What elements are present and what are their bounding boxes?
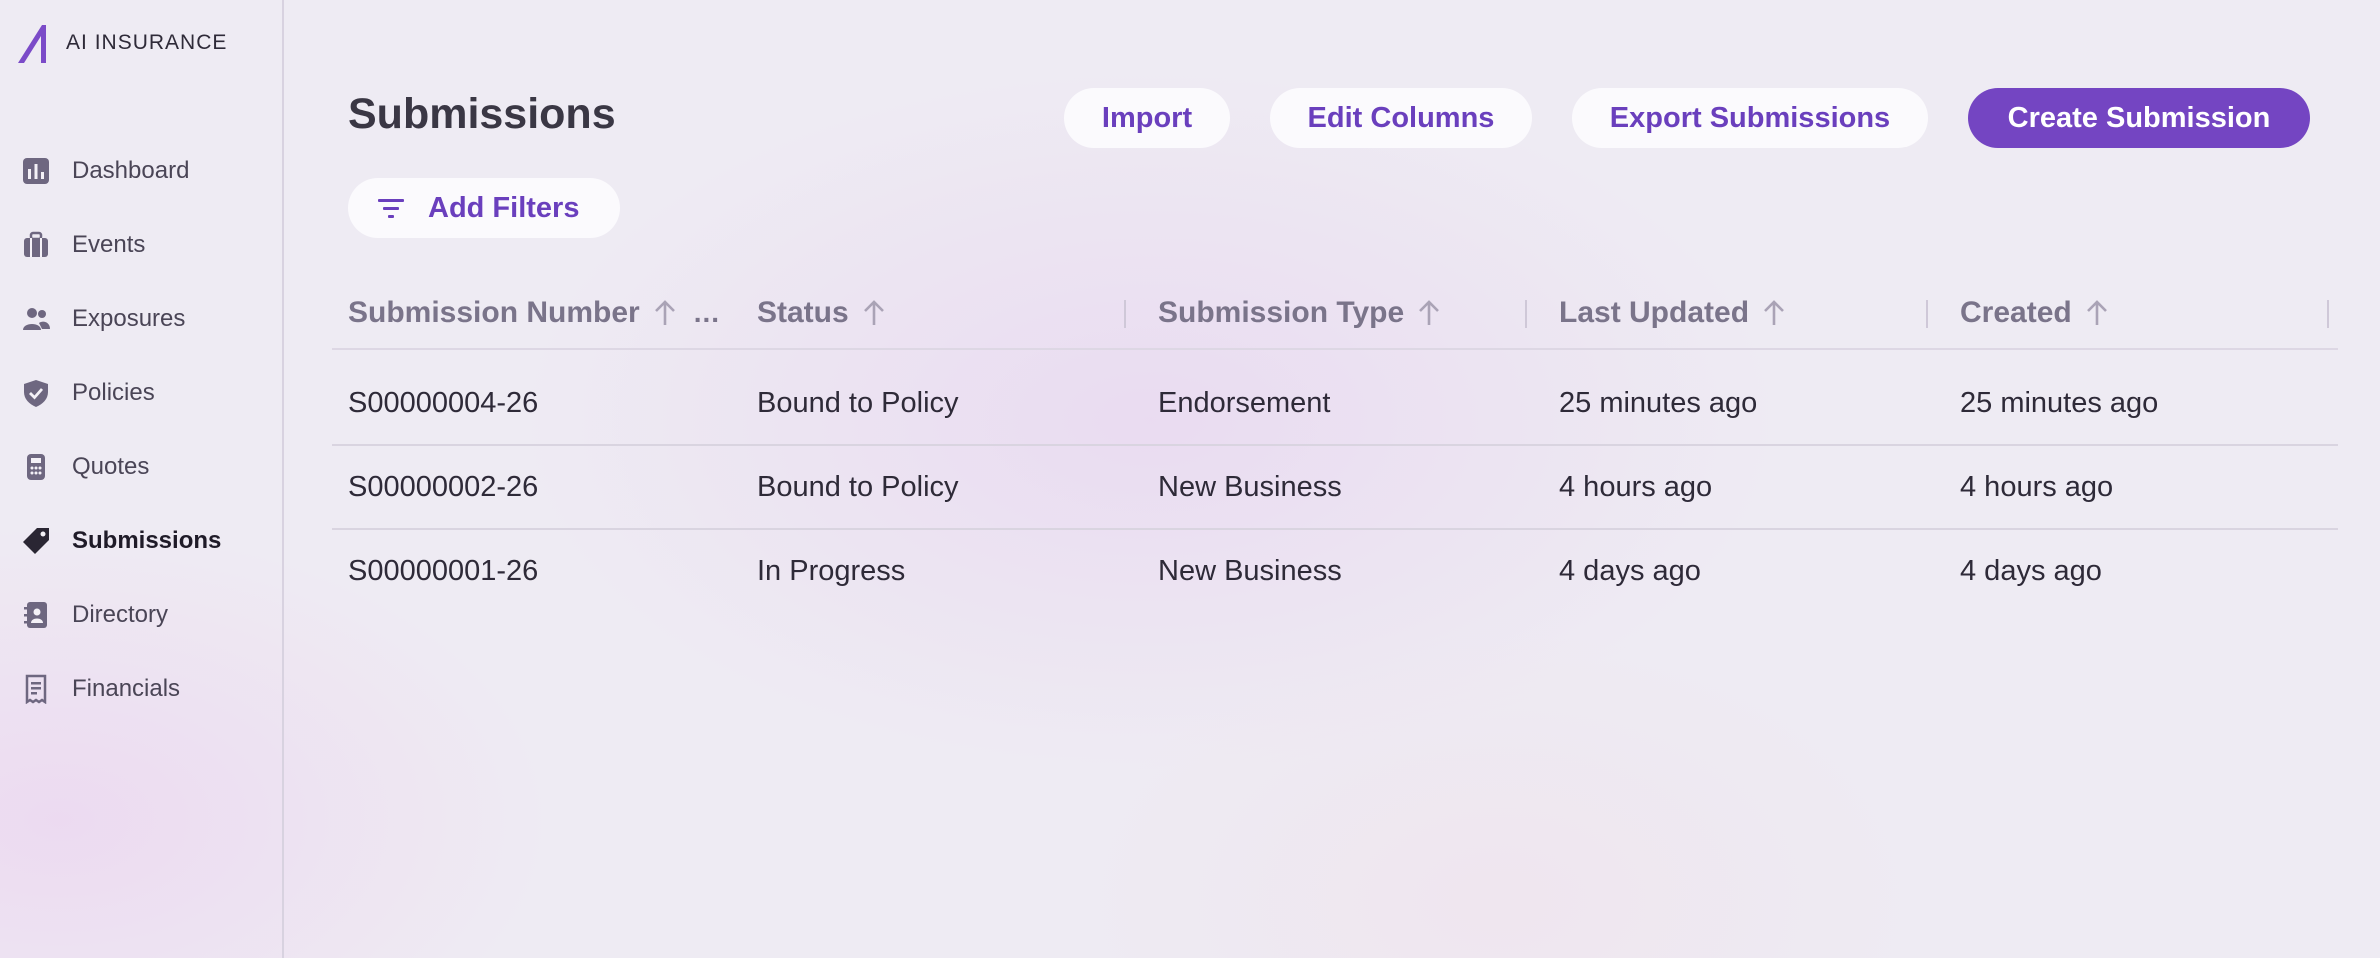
cell-submission-type: New Business	[1158, 470, 1342, 503]
column-header-status[interactable]: Status	[757, 280, 887, 346]
edit-columns-button[interactable]: Edit Columns	[1270, 88, 1532, 148]
sidebar-item-exposures[interactable]: Exposures	[0, 282, 282, 356]
sidebar-item-quotes[interactable]: Quotes	[0, 430, 282, 504]
cell-submission-number: S00000001-26	[348, 554, 539, 587]
cell-created: 25 minutes ago	[1960, 386, 2159, 419]
column-resize-handle[interactable]	[2327, 300, 2329, 328]
table-header: Submission Number ... Status Submission …	[332, 280, 2338, 350]
sidebar-item-directory[interactable]: Directory	[0, 578, 282, 652]
cell-submission-type: New Business	[1158, 554, 1342, 587]
cell-created: 4 days ago	[1960, 554, 2102, 587]
sidebar-item-financials[interactable]: Financials	[0, 652, 282, 726]
sidebar-item-label: Quotes	[72, 453, 150, 480]
sort-arrow-up-icon[interactable]	[1416, 299, 1442, 327]
contact-book-icon	[20, 599, 52, 631]
sidebar-item-label: Financials	[72, 675, 181, 702]
column-resize-handle[interactable]	[1525, 300, 1527, 328]
column-header-last-updated[interactable]: Last Updated	[1559, 280, 1787, 346]
column-header-label: Created	[1960, 296, 2072, 329]
sort-arrow-up-icon[interactable]	[861, 299, 887, 327]
briefcase-icon	[20, 229, 52, 261]
sidebar-item-dashboard[interactable]: Dashboard	[0, 134, 282, 208]
column-header-label: Last Updated	[1559, 296, 1750, 329]
logo-mark-icon	[18, 25, 46, 63]
cell-submission-number: S00000004-26	[348, 386, 539, 419]
table-body: S00000004-26 Bound to Policy Endorsement…	[332, 362, 2338, 614]
cell-created: 4 hours ago	[1960, 470, 2114, 503]
sidebar-item-label: Directory	[72, 601, 169, 628]
tag-icon	[20, 525, 52, 557]
dashboard-icon	[20, 155, 52, 187]
sort-arrow-up-icon[interactable]	[652, 299, 678, 327]
column-resize-handle[interactable]	[1124, 300, 1126, 328]
table-row[interactable]: S00000001-26 In Progress New Business 4 …	[332, 530, 2338, 614]
sidebar-item-label: Events	[72, 231, 146, 258]
page-title: Submissions	[348, 90, 616, 138]
column-header-submission-number[interactable]: Submission Number ...	[348, 280, 720, 346]
table-row[interactable]: S00000004-26 Bound to Policy Endorsement…	[332, 362, 2338, 446]
column-header-label: Submission Type	[1158, 296, 1405, 329]
shield-icon	[20, 377, 52, 409]
receipt-icon	[20, 673, 52, 705]
sidebar-item-label: Policies	[72, 379, 155, 406]
create-submission-button[interactable]: Create Submission	[1968, 88, 2310, 148]
sidebar-item-submissions[interactable]: Submissions	[0, 504, 282, 578]
calculator-icon	[20, 451, 52, 483]
cell-last-updated: 4 hours ago	[1559, 470, 1713, 503]
sidebar-item-label: Submissions	[72, 527, 222, 554]
export-submissions-button[interactable]: Export Submissions	[1572, 88, 1928, 148]
sidebar: AI INSURANCE Dashboard Events Exposures	[0, 0, 284, 958]
cell-last-updated: 25 minutes ago	[1559, 386, 1758, 419]
sort-arrow-up-icon[interactable]	[1761, 299, 1787, 327]
logo-text: AI INSURANCE	[66, 31, 227, 55]
table-row[interactable]: S00000002-26 Bound to Policy New Busines…	[332, 446, 2338, 530]
column-header-submission-type[interactable]: Submission Type	[1158, 280, 1442, 346]
column-header-created[interactable]: Created	[1960, 280, 2110, 346]
filter-icon	[378, 199, 404, 218]
sort-arrow-up-icon[interactable]	[2084, 299, 2110, 327]
column-menu-more-icon[interactable]: ...	[694, 297, 720, 329]
cell-last-updated: 4 days ago	[1559, 554, 1701, 587]
cell-submission-type: Endorsement	[1158, 386, 1331, 419]
column-resize-handle[interactable]	[1926, 300, 1928, 328]
people-icon	[20, 303, 52, 335]
logo-insurance: INSURANCE	[94, 31, 228, 54]
sidebar-item-label: Exposures	[72, 305, 186, 332]
cell-status: Bound to Policy	[757, 386, 959, 419]
logo-ai: AI	[66, 31, 88, 54]
app-logo[interactable]: AI INSURANCE	[16, 22, 227, 64]
cell-status: Bound to Policy	[757, 470, 959, 503]
add-filters-label: Add Filters	[428, 191, 580, 224]
sidebar-item-policies[interactable]: Policies	[0, 356, 282, 430]
sidebar-item-events[interactable]: Events	[0, 208, 282, 282]
add-filters-button[interactable]: Add Filters	[348, 178, 620, 238]
sidebar-item-label: Dashboard	[72, 157, 190, 184]
cell-status: In Progress	[757, 554, 906, 587]
submissions-table: Submission Number ... Status Submission …	[332, 280, 2338, 614]
column-header-label: Status	[757, 296, 849, 329]
cell-submission-number: S00000002-26	[348, 470, 539, 503]
sidebar-nav: Dashboard Events Exposures Policies Quot…	[0, 134, 282, 726]
import-button[interactable]: Import	[1064, 88, 1230, 148]
column-header-label: Submission Number	[348, 296, 640, 329]
